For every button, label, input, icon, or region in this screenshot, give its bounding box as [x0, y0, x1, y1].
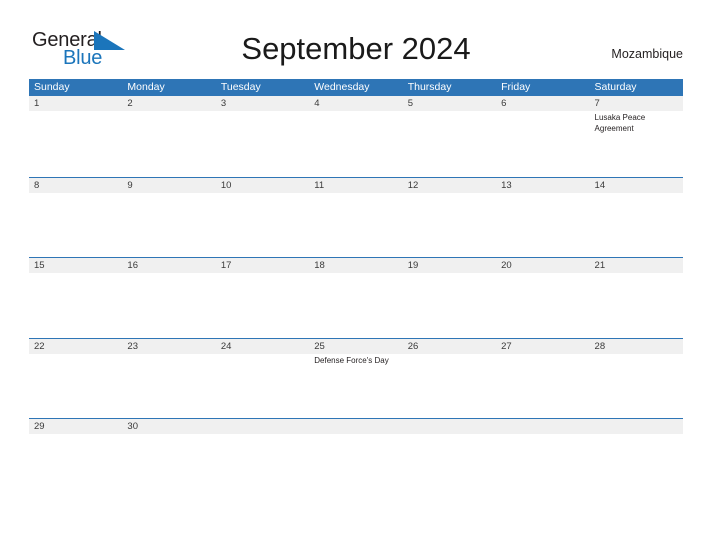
day-number: 22 — [34, 340, 45, 352]
day-number: 30 — [127, 421, 138, 432]
day-number: 28 — [594, 340, 606, 352]
weekday-header-tuesday: Tuesday — [220, 81, 261, 93]
page-title: September 2024 — [241, 31, 471, 66]
calendar-page: General Blue September 2024 Mozambique S… — [0, 0, 712, 550]
calendar-day-cell[interactable]: 11 — [309, 178, 402, 258]
day-number: 3 — [220, 98, 227, 109]
calendar-day-cell[interactable]: 12 — [403, 178, 496, 258]
day-events: Defense Force's Day — [314, 356, 398, 367]
calendar-day-cell[interactable]: 6 — [496, 96, 589, 177]
day-number: 7 — [594, 98, 600, 109]
day-number: 16 — [127, 260, 138, 271]
day-number: 29 — [34, 421, 45, 432]
calendar-day-cell[interactable]: 22 — [29, 339, 122, 419]
day-number: 9 — [127, 179, 133, 191]
week-cells: 22 23 24 25 Defense Force's Day 26 27 28 — [29, 339, 683, 419]
day-number: 17 — [220, 260, 232, 271]
day-number: 24 — [220, 340, 232, 352]
calendar-week-row: 15 16 17 18 19 20 21 — [29, 257, 683, 338]
calendar-grid: Sunday Monday Tuesday Wednesday Thursday… — [29, 79, 683, 499]
calendar-day-cell-empty — [496, 419, 589, 499]
calendar-week-row: 8 9 10 11 12 13 14 — [29, 176, 683, 258]
day-number: 6 — [501, 98, 507, 109]
calendar-day-cell[interactable]: 13 — [496, 178, 589, 258]
calendar-day-cell[interactable]: 5 — [403, 96, 496, 177]
day-number — [595, 419, 679, 434]
calendar-day-cell[interactable]: 24 — [216, 339, 309, 419]
calendar-day-cell[interactable]: 15 — [29, 258, 122, 338]
calendar-day-cell[interactable]: 1 — [29, 96, 122, 177]
holiday-event-label: Lusaka Peace Agreement — [594, 113, 646, 133]
day-number: 23 — [127, 340, 138, 352]
calendar-day-cell[interactable]: 27 — [496, 339, 589, 419]
day-number — [408, 419, 492, 434]
week-cells: 8 9 10 11 12 13 14 — [29, 178, 683, 258]
calendar-day-cell[interactable]: 20 — [496, 258, 589, 338]
day-number — [221, 419, 305, 434]
calendar-day-cell[interactable]: 19 — [403, 258, 496, 338]
day-number: 20 — [501, 260, 512, 271]
day-number: 12 — [407, 179, 419, 191]
week-cells: 15 16 17 18 19 20 21 — [29, 258, 683, 338]
calendar-day-cell-empty — [216, 419, 309, 499]
calendar-day-cell[interactable]: 23 — [122, 339, 215, 419]
calendar-day-cell[interactable]: 16 — [122, 258, 215, 338]
calendar-day-cell[interactable]: 17 — [216, 258, 309, 338]
calendar-day-cell[interactable]: 18 — [309, 258, 402, 338]
calendar-weeks: 1 2 3 4 5 6 7 Lusaka Peace Agreement 8 9 10 11 12 13 1… — [29, 96, 683, 499]
day-number: 15 — [34, 260, 45, 271]
calendar-day-cell-empty — [309, 419, 402, 499]
day-number: 11 — [314, 179, 325, 191]
day-number — [314, 419, 398, 434]
day-number: 2 — [127, 98, 133, 109]
day-number: 4 — [314, 98, 320, 109]
calendar-day-cell[interactable]: 9 — [122, 178, 215, 258]
week-cells: 1 2 3 4 5 6 7 Lusaka Peace Agreement — [29, 96, 683, 177]
weekday-header-row: Sunday Monday Tuesday Wednesday Thursday… — [29, 79, 683, 96]
calendar-week-row: 22 23 24 25 Defense Force's Day 26 27 28 — [29, 337, 683, 419]
calendar-day-cell[interactable]: 4 — [309, 96, 402, 177]
page-header: General Blue September 2024 Mozambique — [0, 0, 712, 78]
weekday-header-thursday: Thursday — [407, 81, 452, 93]
weekday-header-saturday: Saturday — [594, 81, 637, 93]
calendar-day-cell-empty — [403, 419, 496, 499]
calendar-day-cell[interactable]: 2 — [122, 96, 215, 177]
country-label: Mozambique — [611, 47, 683, 61]
holiday-event-label: Defense Force's Day — [314, 355, 389, 365]
calendar-day-cell[interactable]: 26 — [403, 339, 496, 419]
day-number: 25 — [314, 340, 325, 352]
day-number — [501, 419, 585, 434]
day-number: 21 — [594, 260, 606, 271]
day-number: 10 — [220, 179, 232, 191]
day-number: 27 — [501, 340, 512, 352]
calendar-day-cell[interactable]: 7 Lusaka Peace Agreement — [590, 96, 683, 177]
calendar-week-row: 29 30 — [29, 418, 683, 499]
weekday-header-monday: Monday — [127, 81, 165, 93]
calendar-day-cell[interactable]: 10 — [216, 178, 309, 258]
day-number: 1 — [34, 98, 40, 109]
day-number: 19 — [407, 260, 419, 271]
weekday-header-friday: Friday — [501, 81, 531, 93]
weekday-header-sunday: Sunday — [34, 81, 70, 93]
day-number: 5 — [407, 98, 413, 109]
calendar-day-cell[interactable]: 28 — [590, 339, 683, 419]
week-cells: 29 30 — [29, 419, 683, 499]
day-number: 26 — [407, 340, 419, 352]
day-number: 18 — [314, 260, 325, 271]
calendar-day-cell[interactable]: 21 — [590, 258, 683, 338]
calendar-day-cell[interactable]: 29 — [29, 419, 122, 499]
calendar-day-cell[interactable]: 14 — [590, 178, 683, 258]
day-number: 13 — [501, 179, 512, 191]
weekday-header-wednesday: Wednesday — [314, 81, 370, 93]
calendar-day-cell[interactable]: 30 — [122, 419, 215, 499]
calendar-day-cell[interactable]: 25 Defense Force's Day — [309, 339, 402, 419]
calendar-day-cell-empty — [590, 419, 683, 499]
calendar-week-row: 1 2 3 4 5 6 7 Lusaka Peace Agreement — [29, 96, 683, 177]
calendar-day-cell[interactable]: 8 — [29, 178, 122, 258]
day-number: 14 — [594, 179, 606, 191]
calendar-day-cell[interactable]: 3 — [216, 96, 309, 177]
day-number: 8 — [34, 179, 40, 191]
day-events: Lusaka Peace Agreement — [595, 113, 679, 134]
